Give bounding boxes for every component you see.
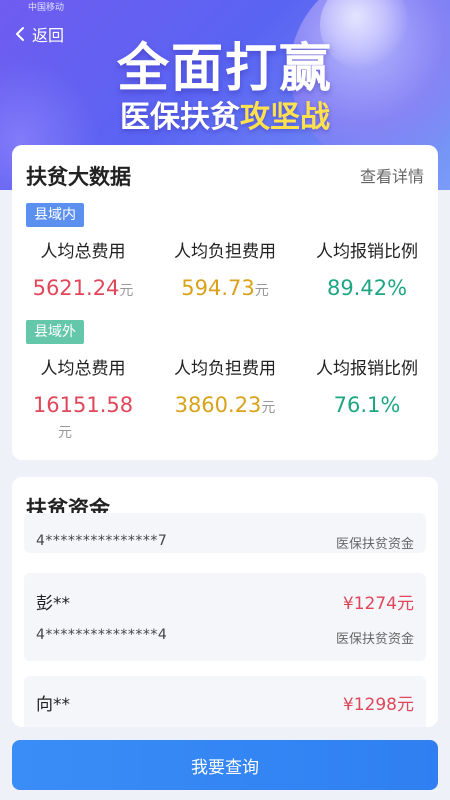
- out-county-tag: 县域外: [26, 320, 84, 344]
- stat-value: 3860.23元: [154, 391, 296, 422]
- fund-amount: ¥1298元: [342, 695, 414, 715]
- stat-value: 5621.24元: [12, 274, 154, 305]
- stat-number: 76.1%: [333, 393, 401, 417]
- stat-label: 人均报销比例: [316, 242, 418, 262]
- stat-avg-burden-cost: 人均负担费用 594.73元: [154, 237, 296, 305]
- stat-value: 89.42%: [296, 274, 438, 305]
- in-county-tag: 县域内: [26, 203, 84, 227]
- stat-value: 594.73元: [154, 274, 296, 305]
- stat-label: 人均总费用: [40, 359, 126, 379]
- fund-id: 4***************4: [36, 627, 168, 643]
- stat-label: 人均负担费用: [174, 359, 276, 379]
- stat-number: 3860.23: [174, 393, 262, 417]
- card-title: 扶贫大数据: [26, 165, 131, 189]
- stat-label: 人均负担费用: [174, 242, 276, 262]
- stat-label: 人均报销比例: [316, 359, 418, 379]
- poverty-funds-card: 扶贫资金 4***************7 医保扶贫资金 彭** ¥1274元…: [12, 477, 438, 727]
- list-item[interactable]: 4***************7 医保扶贫资金: [24, 513, 426, 553]
- stat-avg-total-cost: 人均总费用 5621.24元: [12, 237, 154, 305]
- hero-title: 全面打赢: [116, 39, 333, 99]
- fund-type: 医保扶贫资金: [335, 537, 414, 552]
- stat-unit: 元: [261, 400, 276, 416]
- stat-avg-reimburse-ratio: 人均报销比例 76.1%: [296, 354, 438, 422]
- stat-label: 人均总费用: [40, 242, 126, 262]
- fund-amount: ¥1274元: [342, 594, 414, 614]
- status-bar-carrier: 中国移动: [28, 3, 65, 13]
- fund-type: 医保扶贫资金: [335, 632, 414, 647]
- stat-avg-reimburse-ratio: 人均报销比例 89.42%: [296, 237, 438, 305]
- hero-subtitle: 医保扶贫攻坚战: [0, 92, 450, 136]
- fund-id: 4***************7: [36, 533, 168, 549]
- fund-name: 向**: [36, 695, 70, 715]
- hero-subtitle-accent: 攻坚战: [240, 100, 330, 135]
- stat-avg-total-cost: 人均总费用 16151.58 元: [12, 354, 154, 447]
- stat-number: 5621.24: [32, 276, 120, 300]
- fund-list[interactable]: 4***************7 医保扶贫资金 彭** ¥1274元 4***…: [24, 513, 426, 727]
- big-data-card: 扶贫大数据 查看详情 县域内 人均总费用 5621.24元 人均负担费用 594…: [12, 145, 438, 460]
- stat-value: 76.1%: [296, 391, 438, 422]
- view-details-link[interactable]: 查看详情: [360, 163, 424, 187]
- list-item[interactable]: 彭** ¥1274元 4***************4 医保扶贫资金: [24, 573, 426, 661]
- stat-value: 16151.58 元: [28, 391, 138, 447]
- stat-avg-burden-cost: 人均负担费用 3860.23元: [154, 354, 296, 422]
- hero-subtitle-main: 医保扶贫: [120, 100, 240, 135]
- query-button[interactable]: 我要查询: [12, 740, 438, 790]
- stat-unit: 元: [254, 283, 269, 299]
- stat-number: 16151.58: [32, 393, 134, 417]
- list-item[interactable]: 向** ¥1298元: [24, 676, 426, 727]
- stat-number: 594.73: [181, 276, 255, 300]
- fund-name: 彭**: [36, 594, 70, 614]
- stat-unit: 元: [58, 425, 72, 441]
- stat-unit: 元: [119, 283, 134, 299]
- stat-number: 89.42%: [326, 276, 408, 300]
